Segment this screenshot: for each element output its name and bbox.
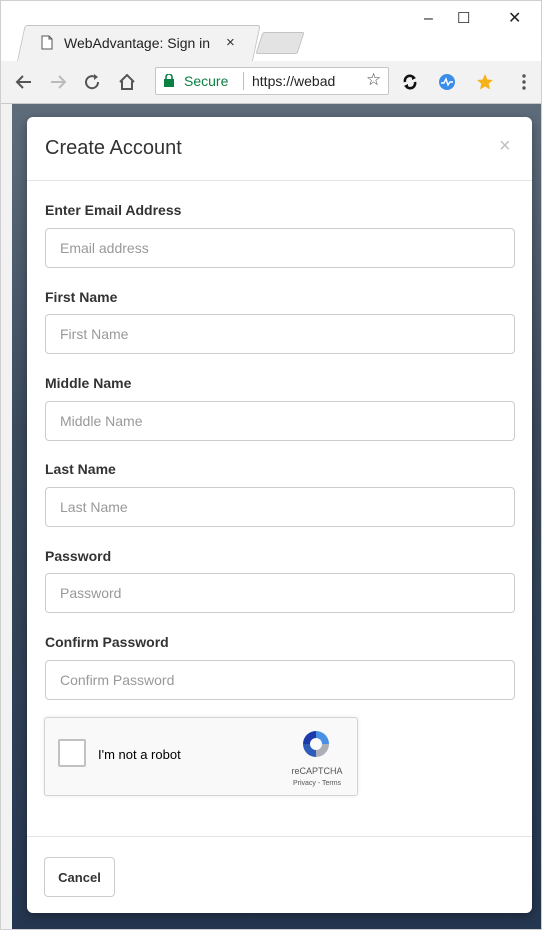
recaptcha-links[interactable]: Privacy - Terms: [287, 780, 347, 787]
recaptcha-brand: reCAPTCHA: [291, 766, 343, 776]
close-window-button[interactable]: ✕: [508, 9, 521, 29]
tab-strip: WebAdvantage: Sign in × – ☐ ✕: [1, 1, 541, 61]
email-field[interactable]: [45, 228, 515, 268]
tab-close-icon[interactable]: ×: [226, 34, 235, 51]
password-field[interactable]: [45, 573, 515, 613]
back-icon[interactable]: [13, 71, 35, 93]
recaptcha-label: I'm not a robot: [98, 747, 181, 762]
first-name-field[interactable]: [45, 314, 515, 354]
lock-icon: [164, 74, 174, 87]
page-icon: [41, 35, 53, 50]
maximize-button[interactable]: ☐: [457, 9, 470, 29]
password-label: Password: [45, 548, 112, 564]
secure-label: Secure: [184, 73, 229, 89]
new-tab-button[interactable]: [255, 32, 305, 54]
reload-icon[interactable]: [81, 71, 103, 93]
confirm-password-field[interactable]: [45, 660, 515, 700]
footer-divider: [27, 836, 532, 837]
recaptcha-logo-icon: [303, 731, 329, 757]
email-label: Enter Email Address: [45, 202, 182, 218]
url-text[interactable]: https://webad: [252, 73, 335, 89]
sync-extension-icon[interactable]: [399, 71, 421, 93]
modal-close-icon[interactable]: ×: [499, 135, 511, 158]
forward-icon[interactable]: [47, 71, 69, 93]
divider: [243, 72, 244, 90]
last-name-label: Last Name: [45, 461, 116, 477]
menu-kebab-icon[interactable]: [513, 71, 535, 93]
minimize-button[interactable]: –: [424, 9, 433, 29]
pulse-extension-icon[interactable]: [436, 71, 458, 93]
home-icon[interactable]: [116, 71, 138, 93]
star-extension-icon[interactable]: [474, 71, 496, 93]
address-bar[interactable]: Secure https://webad ☆: [155, 67, 389, 95]
bookmark-star-icon[interactable]: ☆: [366, 70, 381, 90]
confirm-password-label: Confirm Password: [45, 634, 169, 650]
modal-title: Create Account: [45, 137, 182, 159]
last-name-field[interactable]: [45, 487, 515, 527]
middle-name-label: Middle Name: [45, 375, 132, 391]
first-name-label: First Name: [45, 289, 118, 305]
cancel-button[interactable]: Cancel: [44, 857, 115, 897]
recaptcha-checkbox[interactable]: [58, 739, 86, 767]
header-divider: [27, 180, 532, 181]
tab-title: WebAdvantage: Sign in: [64, 35, 211, 51]
browser-window: WebAdvantage: Sign in × – ☐ ✕ Secure htt…: [0, 0, 542, 930]
middle-name-field[interactable]: [45, 401, 515, 441]
recaptcha-widget: I'm not a robot reCAPTCHA Privacy - Term…: [44, 717, 358, 796]
create-account-modal: Create Account × Enter Email Address Fir…: [27, 117, 532, 913]
